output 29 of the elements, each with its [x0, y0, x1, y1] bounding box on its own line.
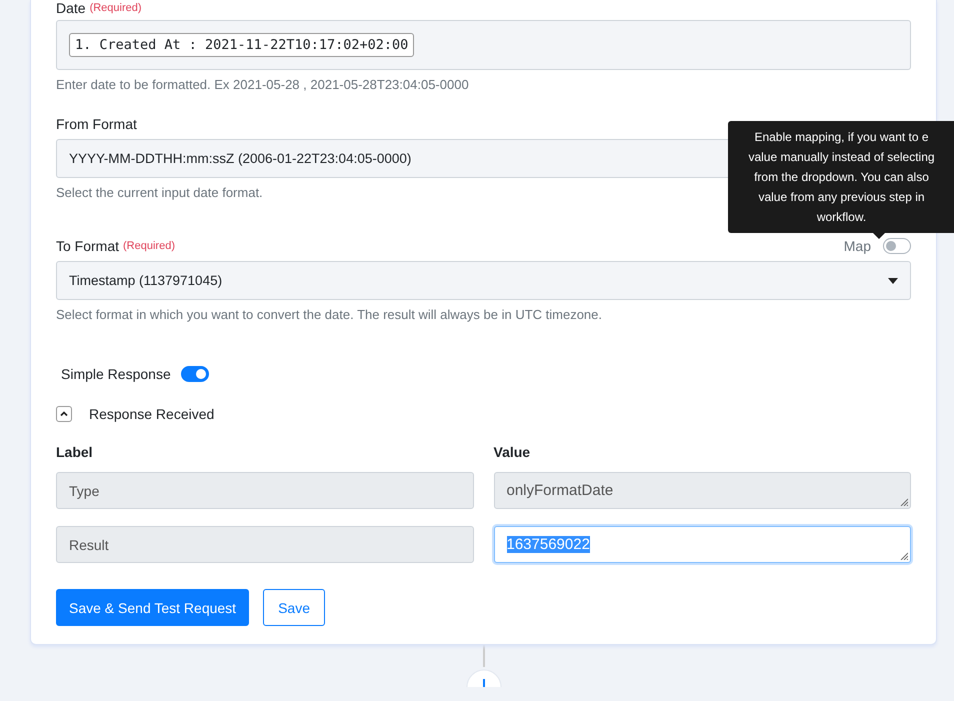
field-label: To Format — [56, 238, 120, 254]
section-title: Response Received — [89, 406, 214, 422]
field-hint: Enter date to be formatted. Ex 2021-05-28 , 2021-05-28T23:04:05-0000 — [56, 77, 469, 92]
label-cell: Type — [56, 472, 474, 509]
save-button[interactable]: Save — [263, 589, 325, 626]
date-input-field[interactable]: 1. Created At : 2021-11-22T10:17:02+02:00 — [56, 20, 911, 70]
column-header: Label — [56, 444, 94, 460]
required-note: (Required) — [90, 2, 142, 14]
resize-grip-icon[interactable] — [900, 498, 908, 506]
resize-grip-icon[interactable] — [900, 552, 908, 560]
toggle-switch[interactable] — [883, 238, 911, 254]
toggle-switch[interactable] — [180, 366, 209, 382]
mapped-value-tag[interactable]: 1. Created At : 2021-11-22T10:17:02+02:00 — [69, 33, 414, 57]
field-hint: Select the current input date format. — [56, 185, 263, 200]
required-note: (Required) — [123, 240, 175, 252]
field-hint: Select format in which you want to convert the date. The result will always be in UTC timezone. — [56, 307, 602, 322]
collapse-chevron-icon[interactable] — [56, 406, 72, 422]
send-test-request-button[interactable]: Save & Send Test Request — [56, 589, 250, 626]
caret-icon — [888, 278, 898, 284]
column-header: Value — [494, 444, 532, 460]
add-step-icon[interactable] — [466, 667, 502, 687]
toggle-label: Simple Response — [61, 366, 171, 382]
format-select[interactable]: Timestamp (1137971045) — [56, 261, 911, 300]
map-label: Map — [844, 238, 871, 254]
label-cell: Result — [56, 526, 474, 563]
tooltip-pointer — [873, 233, 885, 239]
field-label: From Format — [56, 116, 137, 132]
value-textarea[interactable]: onlyFormatDate — [494, 472, 911, 509]
field-label: Date — [56, 0, 86, 16]
